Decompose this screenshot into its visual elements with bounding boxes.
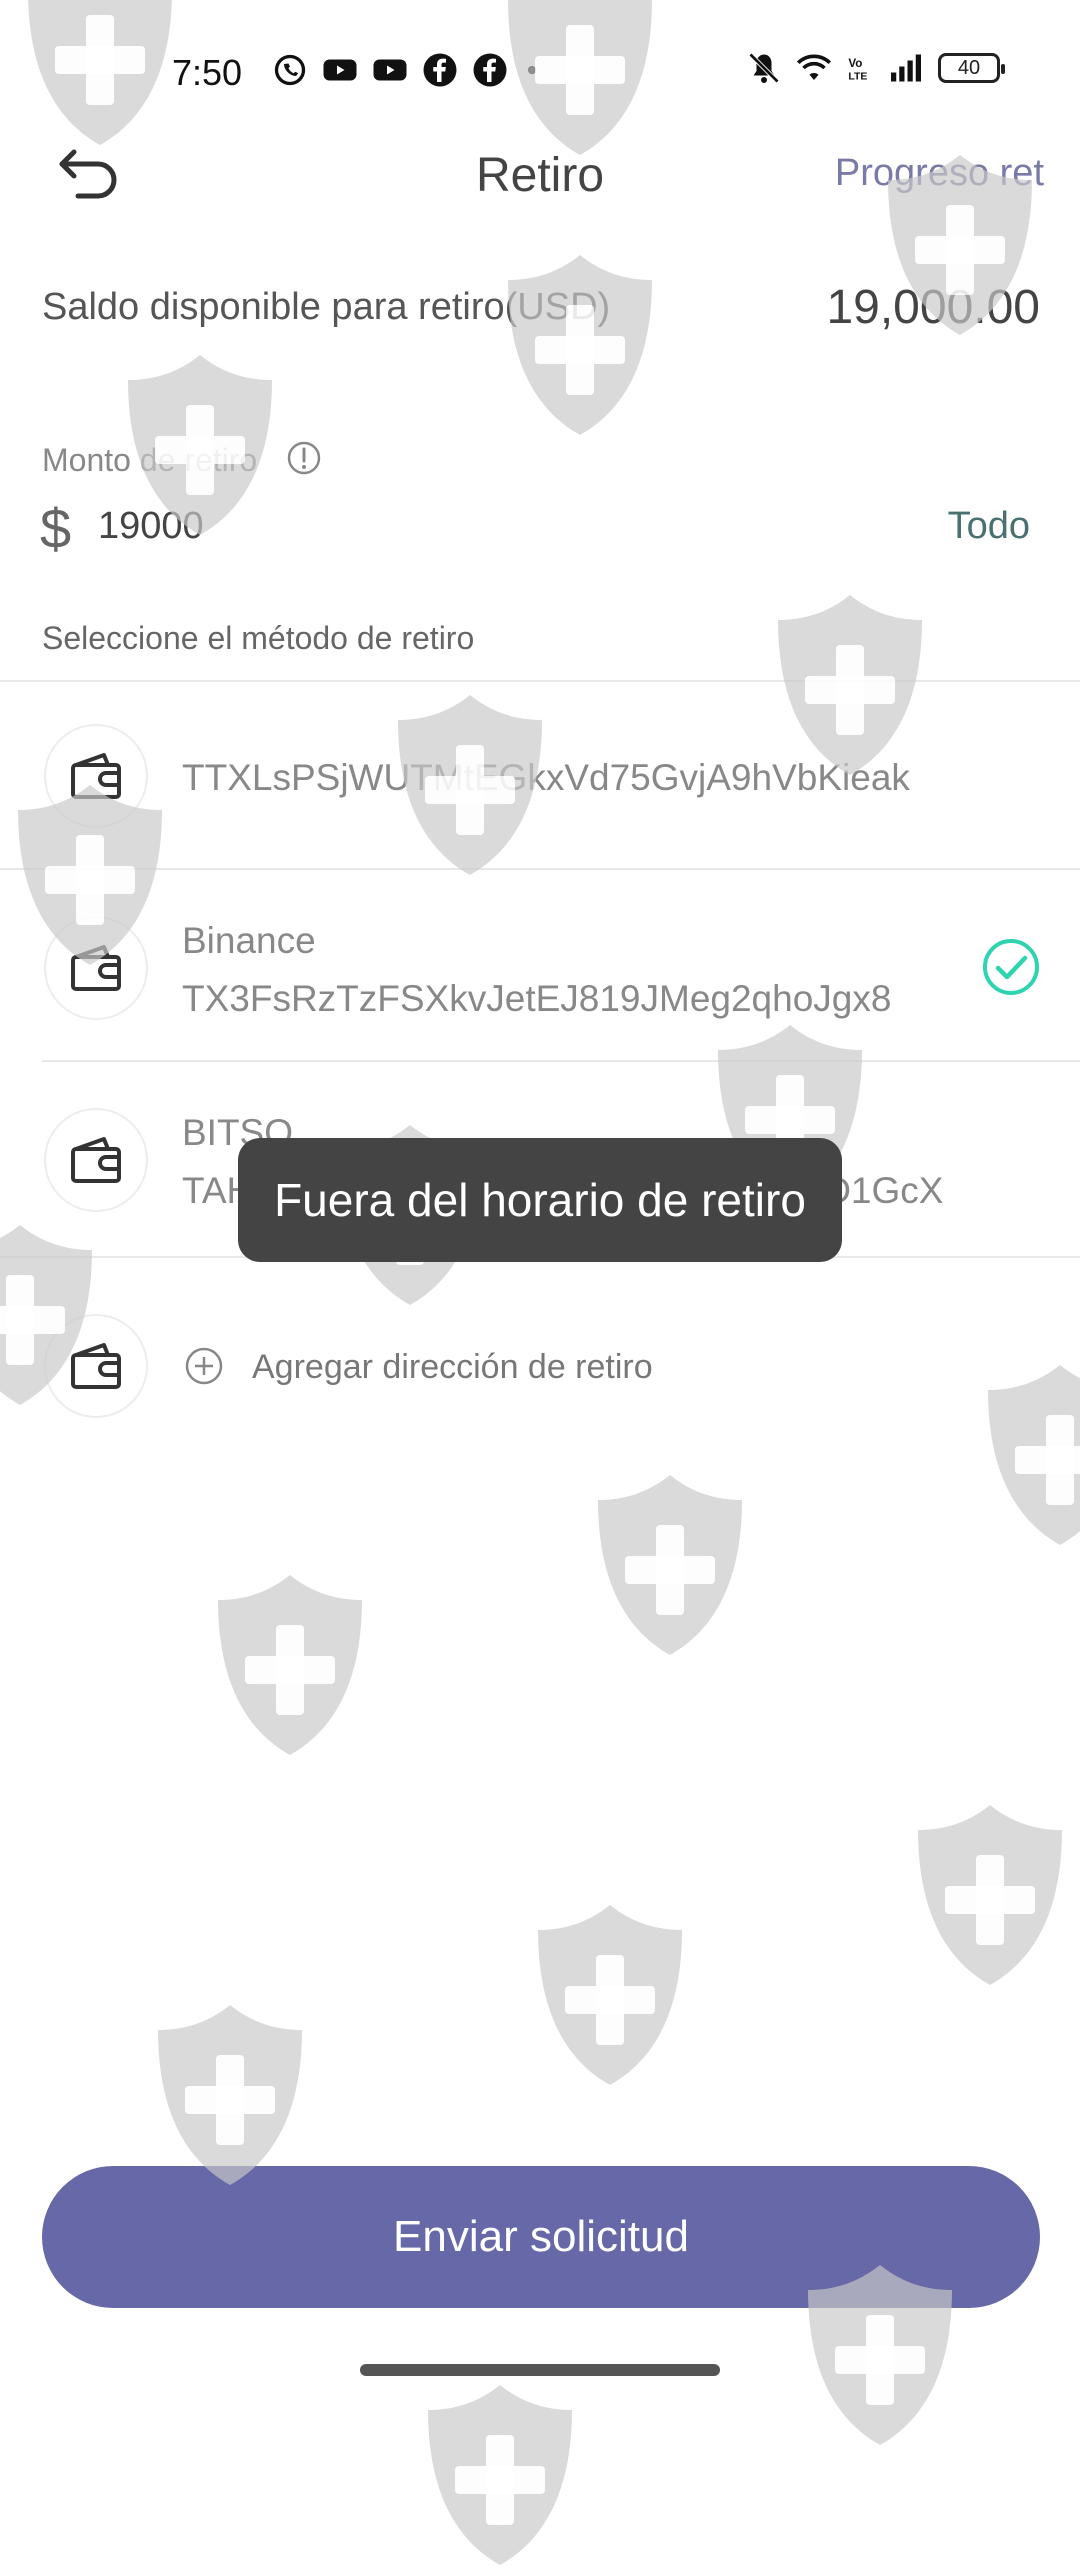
watermark-shield-icon (218, 1575, 362, 1755)
selected-check-icon (983, 939, 1039, 995)
watermark-shield-icon (428, 2385, 572, 2565)
watermark-shield-icon (508, 255, 652, 435)
wallet-icon (71, 945, 121, 991)
add-address-label: Agregar dirección de retiro (252, 1348, 653, 1386)
bell-muted-icon (748, 52, 780, 84)
youtube-icon (323, 59, 357, 81)
wallet-address: TX3FsRzTzFSXkvJetEJ819JMeg2qhoJgx8 (182, 978, 892, 1019)
volte-icon: VoLTE (848, 57, 867, 83)
dot-icon (527, 65, 537, 75)
facebook-icon (473, 53, 507, 87)
balance-label: Saldo disponible para retiro(USD) (42, 286, 611, 328)
system-icons: Vo LTE 40 (746, 50, 1005, 86)
wallet-icon-circle (44, 916, 148, 1020)
amount-input[interactable] (98, 505, 698, 548)
amount-label: Monto de retiro (42, 442, 258, 478)
divider (42, 1060, 1080, 1062)
facebook-icon (423, 53, 457, 87)
status-bar: 7:50 Vo LTE 40 (0, 0, 1080, 140)
wallet-icon-circle (44, 1314, 148, 1418)
watermark-shield-icon (538, 1905, 682, 2085)
balance-value: 19,000.00 (826, 281, 1040, 334)
method-section-label: Seleccione el método de retiro (42, 620, 475, 656)
info-icon[interactable] (286, 440, 322, 476)
watermark-shield-icon (158, 2005, 302, 2185)
signal-icon (891, 54, 921, 82)
home-indicator[interactable] (360, 2364, 720, 2376)
watermark-shield-icon (988, 1365, 1080, 1545)
currency-symbol: $ (40, 497, 72, 560)
svg-text:Vo: Vo (848, 57, 862, 70)
youtube-icon (373, 59, 407, 81)
battery-level: 40 (957, 56, 981, 79)
watermark-shield-icon (598, 1475, 742, 1655)
wallet-address: TTXLsPSjWUTMtEGkxVd75GvjA9hVbKieak (182, 757, 910, 798)
wallet-icon (71, 753, 121, 799)
wallet-icon-circle (44, 1108, 148, 1212)
all-amount-button[interactable]: Todo (948, 505, 1030, 548)
toast-message: Fuera del horario de retiro (238, 1138, 842, 1262)
watermark-shield-icon (778, 595, 922, 775)
divider (0, 868, 1080, 870)
submit-request-button[interactable]: Enviar solicitud (42, 2166, 1040, 2308)
add-circle-icon (185, 1347, 223, 1385)
notification-icons (272, 52, 542, 88)
whatsapp-icon (274, 54, 306, 86)
wifi-icon (796, 54, 832, 80)
wallet-icon-circle (44, 724, 148, 828)
watermark-shield-icon (918, 1805, 1062, 1985)
divider (0, 680, 1080, 682)
svg-text:LTE: LTE (848, 71, 867, 83)
status-time: 7:50 (172, 52, 243, 93)
wallet-icon (71, 1343, 121, 1389)
wallet-icon (71, 1137, 121, 1183)
battery-icon: 40 (938, 53, 1005, 83)
withdraw-progress-link[interactable]: Progreso ret (835, 152, 1044, 195)
wallet-name: Binance (182, 920, 316, 961)
